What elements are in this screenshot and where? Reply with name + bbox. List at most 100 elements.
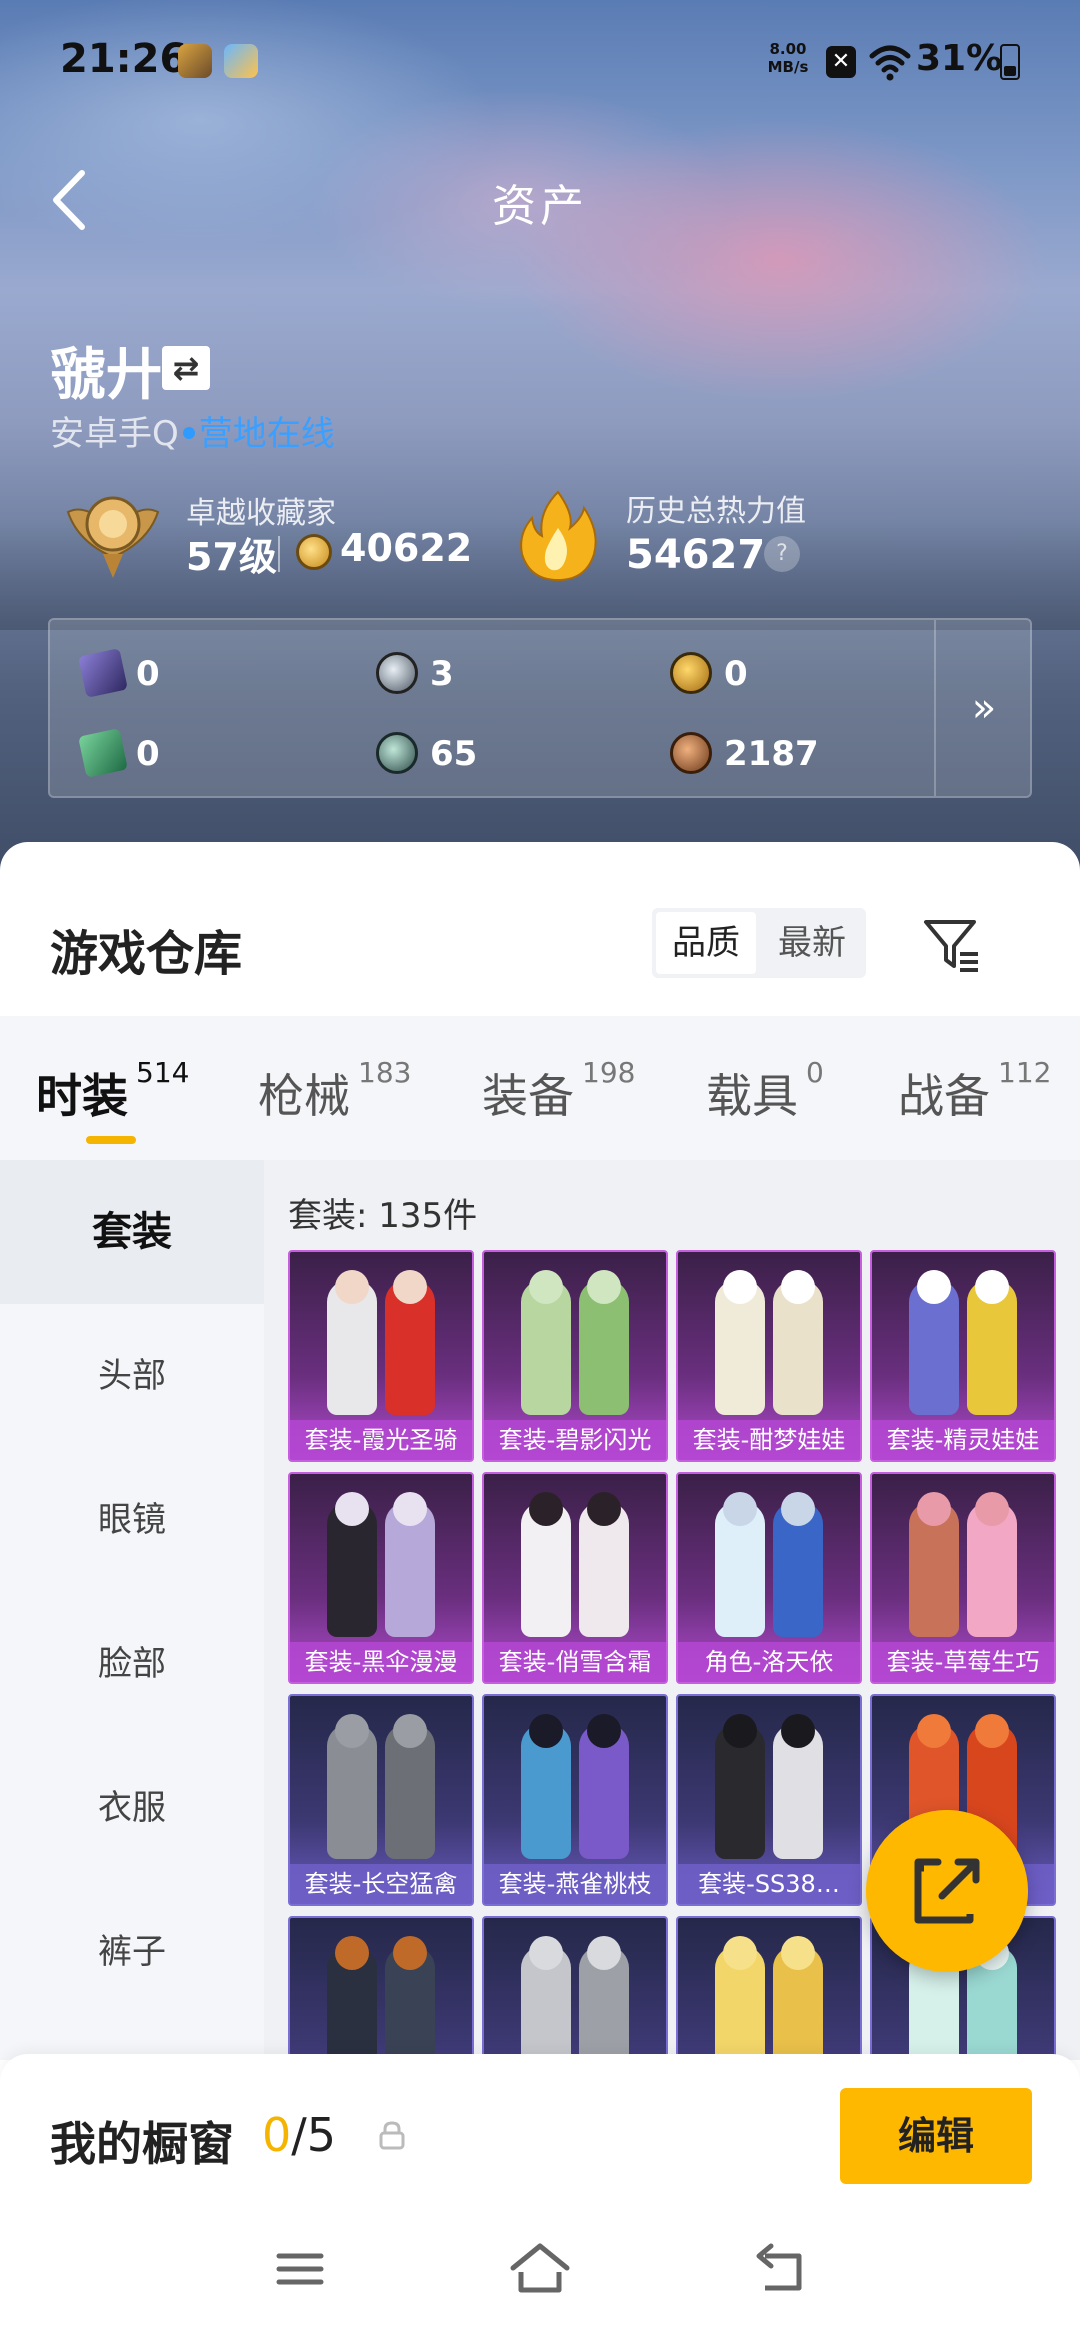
item-name: 套装-草莓生巧 bbox=[872, 1642, 1054, 1682]
item-name: 套装-碧影闪光 bbox=[484, 1420, 666, 1460]
heat-value: 54627 bbox=[626, 532, 766, 578]
item-tile[interactable]: 套装-霞光圣骑 bbox=[288, 1250, 474, 1462]
collector-level: 57级 bbox=[186, 535, 277, 579]
menu-icon[interactable] bbox=[265, 2234, 335, 2304]
home-icon[interactable] bbox=[505, 2234, 575, 2304]
collector-points: 40622 bbox=[340, 526, 473, 570]
back-nav-icon[interactable] bbox=[745, 2234, 815, 2304]
currency-value: 3 bbox=[430, 654, 454, 694]
tab-count: 198 bbox=[582, 1056, 636, 1089]
warehouse-title: 游戏仓库 bbox=[50, 926, 243, 982]
item-tile[interactable]: 套装-长空猛禽 bbox=[288, 1694, 474, 1906]
item-name: 套装-精灵娃娃 bbox=[872, 1420, 1054, 1460]
item-tile[interactable]: 角色-洛天依 bbox=[676, 1472, 862, 1684]
tab-fashion[interactable]: 时装 514 bbox=[36, 1056, 189, 1123]
item-tile[interactable]: 套装-俏雪含霜 bbox=[482, 1472, 668, 1684]
battery-icon bbox=[1000, 44, 1020, 80]
tab-count: 514 bbox=[136, 1056, 190, 1089]
collector-medal-icon bbox=[66, 496, 160, 578]
share-button[interactable] bbox=[866, 1810, 1028, 1972]
sort-newest-button[interactable]: 最新 bbox=[762, 912, 862, 974]
item-tile[interactable]: 套装-碧影闪光 bbox=[482, 1250, 668, 1462]
outfit-thumbnail bbox=[321, 1492, 441, 1642]
item-tile[interactable] bbox=[676, 1916, 862, 2060]
outfit-thumbnail bbox=[709, 1714, 829, 1864]
currency-value: 2187 bbox=[724, 734, 819, 774]
item-tile[interactable]: 套装-燕雀桃枝 bbox=[482, 1694, 668, 1906]
filter-icon[interactable] bbox=[920, 912, 984, 976]
tab-label: 时装 bbox=[36, 1069, 128, 1123]
wifi-icon bbox=[869, 45, 911, 81]
expand-icon[interactable]: » bbox=[936, 620, 1032, 796]
outfit-thumbnail bbox=[903, 1270, 1023, 1420]
item-tile[interactable]: 套装-草莓生巧 bbox=[870, 1472, 1056, 1684]
category-tabs: 时装 514 枪械 183 装备 198 载具 0 战备 112 bbox=[0, 1016, 1080, 1160]
item-tile[interactable]: 套装-SS38… bbox=[676, 1694, 862, 1906]
tab-battle-supplies[interactable]: 战备 112 bbox=[898, 1056, 1051, 1123]
tab-firearms[interactable]: 枪械 183 bbox=[258, 1056, 411, 1123]
silver-coin-icon bbox=[376, 652, 418, 694]
bronze-coin-icon bbox=[670, 732, 712, 774]
sidebar-item-clothes[interactable]: 衣服 bbox=[0, 1736, 264, 1880]
item-name: 套装-霞光圣骑 bbox=[290, 1420, 472, 1460]
sidebar-item-pants[interactable]: 裤子 bbox=[0, 1880, 264, 2024]
tab-label: 载具 bbox=[706, 1069, 798, 1123]
edit-button[interactable]: 编辑 bbox=[840, 2088, 1032, 2184]
flame-icon bbox=[520, 490, 597, 582]
showcase-title: 我的橱窗 bbox=[50, 2117, 234, 2171]
item-tile[interactable] bbox=[482, 1916, 668, 2060]
outfit-thumbnail bbox=[515, 1270, 635, 1420]
player-name: 虢廾 bbox=[50, 343, 162, 408]
outfit-thumbnail bbox=[515, 1936, 635, 2060]
subcategory-sidebar: 套装 头部 眼镜 脸部 衣服 裤子 bbox=[0, 1160, 264, 2060]
outfit-thumbnail bbox=[709, 1492, 829, 1642]
sidebar-item-suit[interactable]: 套装 bbox=[0, 1160, 264, 1304]
showcase-total: /5 bbox=[291, 2108, 337, 2162]
help-icon[interactable]: ? bbox=[764, 536, 800, 572]
item-name: 套装-SS38… bbox=[678, 1864, 860, 1904]
showcase-bar: 我的橱窗 0/5 编辑 bbox=[0, 2054, 1080, 2194]
sidebar-item-glasses[interactable]: 眼镜 bbox=[0, 1448, 264, 1592]
purple-ticket-icon bbox=[78, 648, 128, 698]
sort-toggle: 品质 最新 bbox=[652, 908, 866, 978]
sidebar-item-head[interactable]: 头部 bbox=[0, 1304, 264, 1448]
outfit-thumbnail bbox=[321, 1936, 441, 2060]
item-tile[interactable]: 套装-黑伞漫漫 bbox=[288, 1472, 474, 1684]
item-name: 套装-长空猛禽 bbox=[290, 1864, 472, 1904]
tab-label: 枪械 bbox=[258, 1069, 350, 1123]
divider bbox=[278, 536, 280, 572]
tab-count: 0 bbox=[806, 1056, 824, 1089]
currency-value: 0 bbox=[136, 654, 160, 694]
sort-quality-button[interactable]: 品质 bbox=[656, 912, 756, 974]
currency-panel[interactable]: 0 3 0 0 65 2187 » bbox=[48, 618, 1032, 798]
network-speed-value: 8.00 bbox=[769, 40, 807, 58]
status-time: 21:26 bbox=[60, 36, 188, 82]
outfit-thumbnail bbox=[903, 1492, 1023, 1642]
tab-vehicles[interactable]: 载具 0 bbox=[706, 1056, 824, 1123]
tab-count: 112 bbox=[998, 1056, 1052, 1089]
tab-label: 装备 bbox=[482, 1069, 574, 1123]
outfit-thumbnail bbox=[515, 1492, 635, 1642]
showcase-current: 0 bbox=[262, 2108, 292, 2162]
item-name: 套装-燕雀桃枝 bbox=[484, 1864, 666, 1904]
item-name: 套装-俏雪含霜 bbox=[484, 1642, 666, 1682]
item-count: 套装: 135件 bbox=[288, 1196, 478, 1236]
tab-label: 战备 bbox=[898, 1069, 990, 1123]
currency-value: 0 bbox=[724, 654, 748, 694]
tab-equipment[interactable]: 装备 198 bbox=[482, 1056, 635, 1123]
game-app-icon bbox=[178, 44, 212, 78]
online-dot-icon bbox=[182, 426, 195, 439]
switch-account-icon[interactable]: ⇄ bbox=[162, 346, 210, 390]
sidebar-item-face[interactable]: 脸部 bbox=[0, 1592, 264, 1736]
outfit-thumbnail bbox=[709, 1936, 829, 2060]
item-tile[interactable]: 套装-酣梦娃娃 bbox=[676, 1250, 862, 1462]
system-nav-bar bbox=[0, 2194, 1080, 2344]
item-name: 角色-洛天依 bbox=[678, 1642, 860, 1682]
profile-header: 21:26 8.00 MB/s ✕ 31% 资产 虢廾 ⇄ 安卓手Q 营地在线 卓… bbox=[0, 0, 1080, 880]
item-tile[interactable]: 套装-精灵娃娃 bbox=[870, 1250, 1056, 1462]
showcase-count: 0/5 bbox=[262, 2108, 336, 2162]
network-speed: 8.00 MB/s bbox=[760, 40, 816, 76]
green-orb-icon bbox=[376, 732, 418, 774]
item-tile[interactable] bbox=[288, 1916, 474, 2060]
outfit-thumbnail bbox=[515, 1714, 635, 1864]
